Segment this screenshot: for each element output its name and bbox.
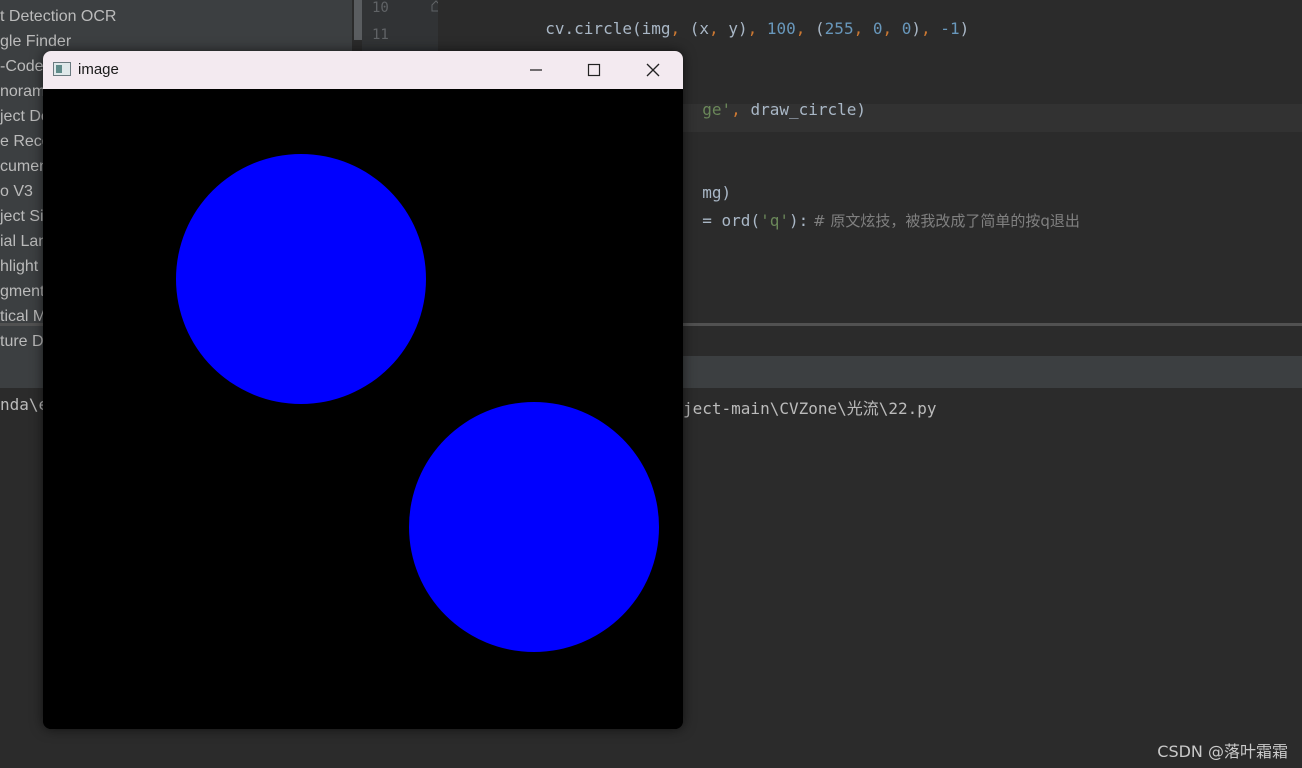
blue-circle — [176, 154, 426, 404]
window-title: image — [78, 61, 119, 78]
maximize-button[interactable] — [565, 51, 623, 89]
blue-circle — [409, 402, 659, 652]
watermark: CSDN @落叶霜霜 — [1157, 742, 1288, 761]
minimize-button[interactable] — [507, 51, 565, 89]
project-tree-item[interactable]: t Detection OCR — [0, 4, 116, 29]
line-number: 11 — [372, 27, 389, 43]
project-tree-item[interactable]: -Code — [0, 54, 44, 79]
code-line-17[interactable]: = ord('q'): # 原文炫技，被我改成了简单的按q退出 — [683, 191, 1080, 231]
window-titlebar[interactable]: image — [43, 51, 683, 89]
image-canvas[interactable] — [43, 89, 683, 729]
maximize-icon — [587, 63, 601, 77]
project-tree-item[interactable]: ture D — [0, 329, 44, 354]
project-tree-item[interactable]: gment — [0, 279, 44, 304]
code-line-13[interactable]: ge', draw_circle) — [683, 81, 866, 119]
image-window[interactable]: image — [43, 51, 683, 729]
close-button[interactable] — [623, 51, 681, 89]
tree-scrollbar[interactable] — [354, 0, 362, 40]
project-tree-item[interactable]: hlight — [0, 254, 38, 279]
project-tree-item[interactable]: cumen — [0, 154, 48, 179]
project-tree-item[interactable]: o V3 — [0, 179, 33, 204]
project-tree-item[interactable]: ial Lan — [0, 229, 47, 254]
line-number: 10 — [372, 0, 389, 16]
project-tree-item[interactable]: ject Si — [0, 204, 44, 229]
minimize-icon — [530, 69, 542, 71]
console-output-left: nda\e — [0, 395, 49, 414]
console-output-path: ject-main\CVZone\光流\22.py — [683, 399, 937, 418]
code-line-10[interactable]: cv.circle(img, (x, y), 100, (255, 0, 0),… — [526, 0, 969, 38]
app-icon — [53, 62, 71, 76]
close-icon — [646, 63, 660, 77]
